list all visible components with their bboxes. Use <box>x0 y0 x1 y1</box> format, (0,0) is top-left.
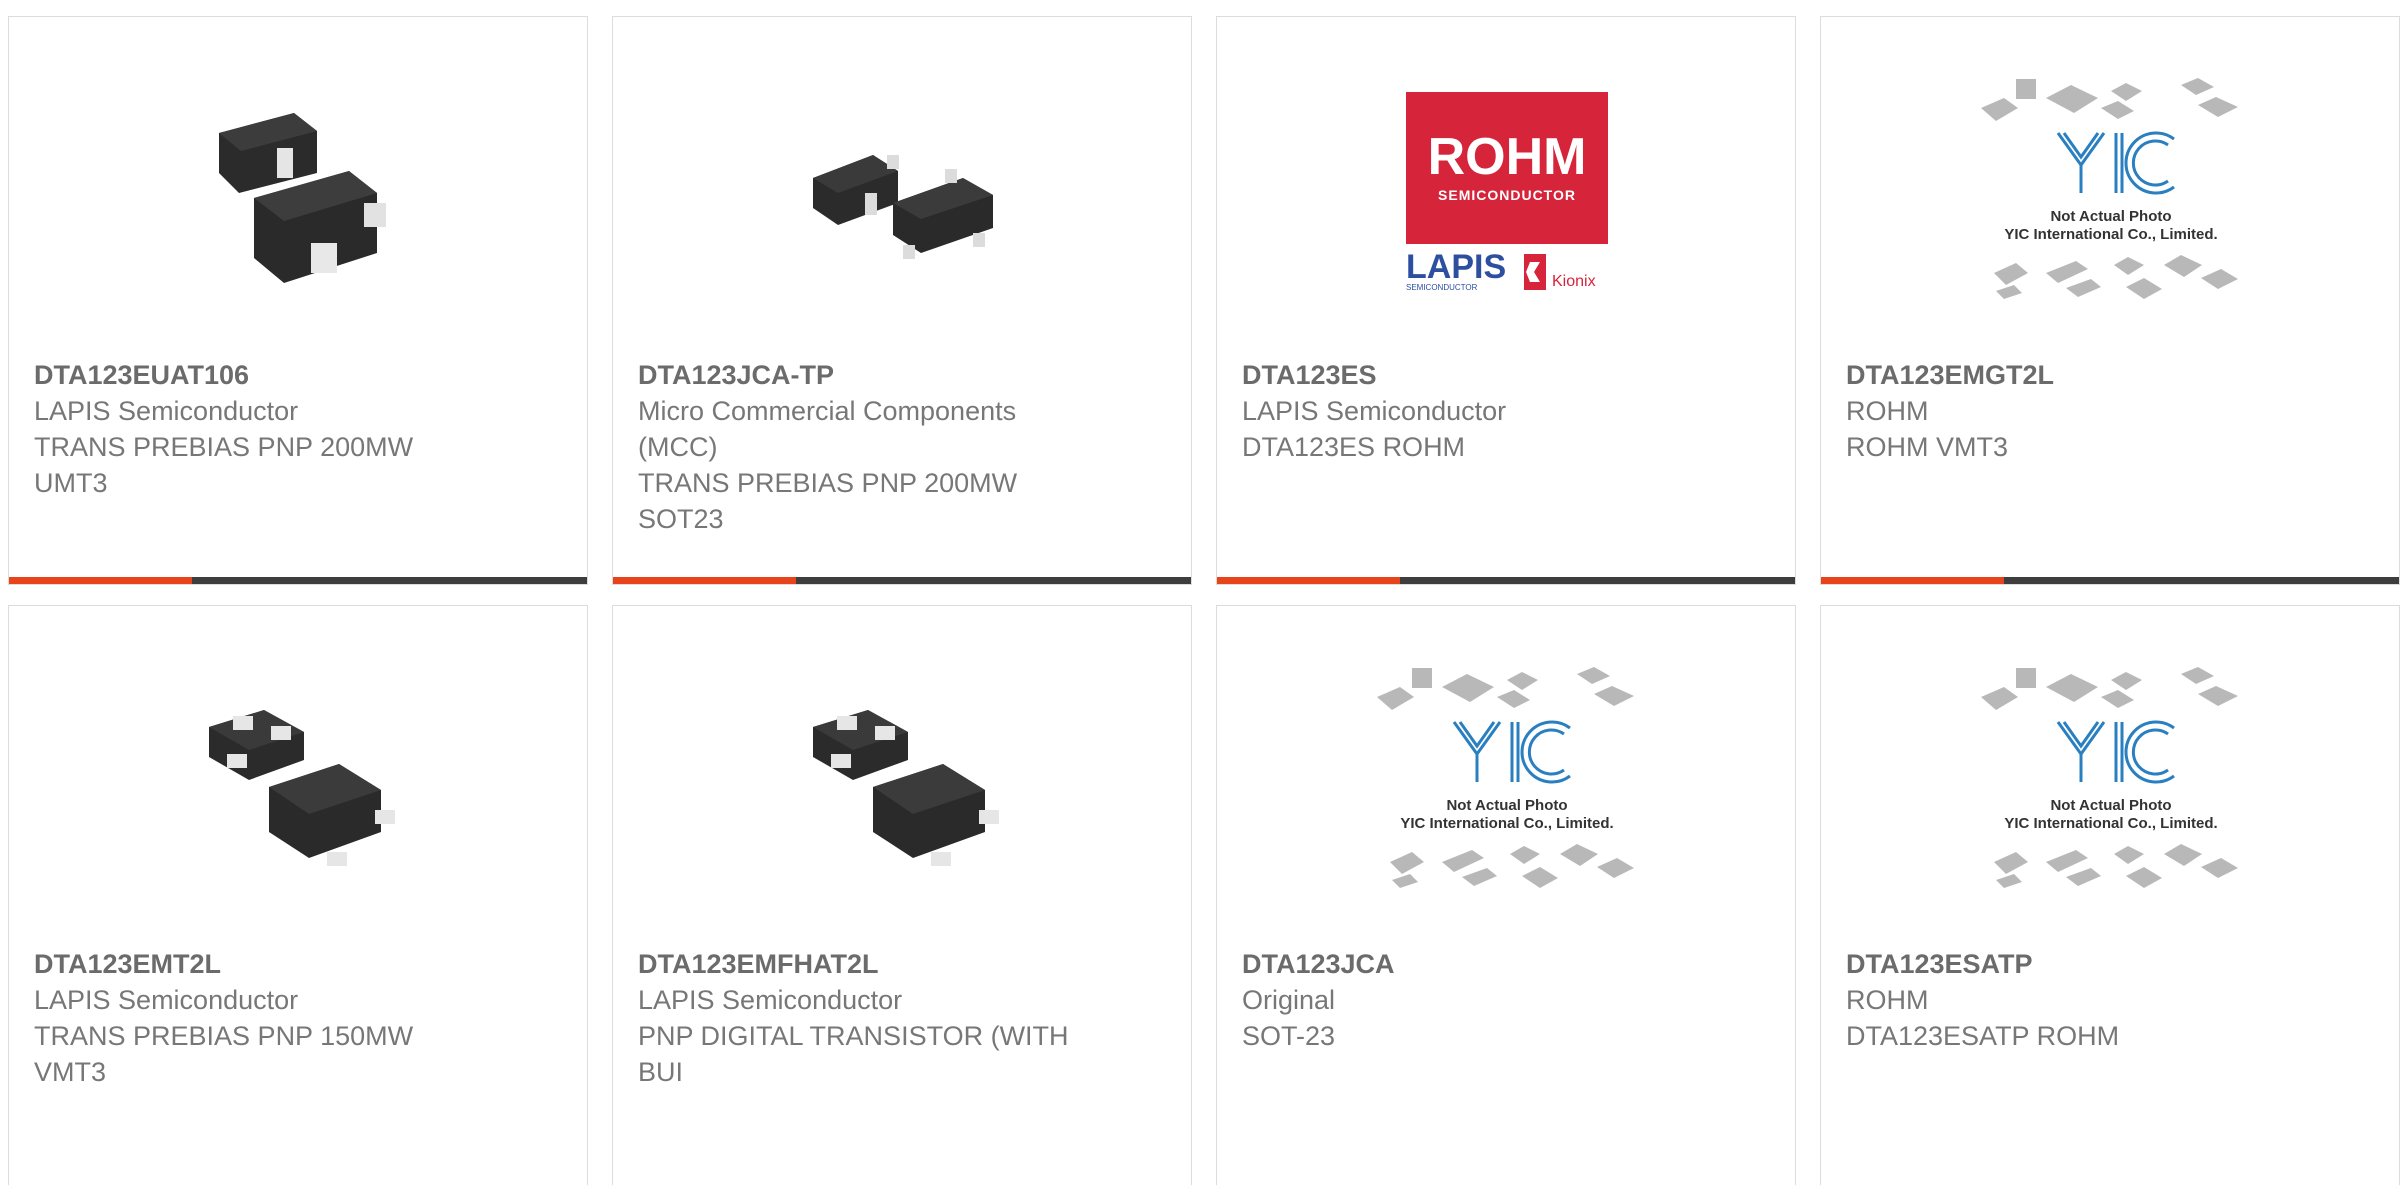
product-card[interactable]: DTA123EMFHAT2L LAPIS Semiconductor PNP D… <box>612 605 1192 1185</box>
svg-text:Not Actual Photo: Not Actual Photo <box>1446 797 1567 814</box>
description: TRANS PREBIAS PNP 200MW SOT23 <box>638 468 1018 534</box>
product-info: DTA123JCA-TP Micro Commercial Components… <box>638 357 1071 537</box>
card-underline <box>9 577 587 584</box>
part-number[interactable]: DTA123EMT2L <box>34 946 467 982</box>
svg-text:ROHM: ROHM <box>1428 128 1587 186</box>
svg-text:YIC International Co., Limited: YIC International Co., Limited. <box>1400 815 1613 832</box>
product-info: DTA123JCA Original SOT-23 <box>1242 946 1675 1054</box>
part-number[interactable]: DTA123EUAT106 <box>34 357 467 393</box>
svg-text:SEMICONDUCTOR: SEMICONDUCTOR <box>1406 283 1478 292</box>
product-card[interactable]: Not Actual Photo YIC International Co., … <box>1820 16 2400 585</box>
product-card[interactable]: DTA123EUAT106 LAPIS Semiconductor TRANS … <box>8 16 588 585</box>
svg-text:YIC International Co., Limited: YIC International Co., Limited. <box>2004 815 2217 832</box>
manufacturer: Micro Commercial Components (MCC) <box>638 396 1017 462</box>
rohm-logo: ROHM SEMICONDUCTOR LAPIS SEMICONDUCTOR K… <box>1406 92 1608 292</box>
product-image <box>793 672 1013 892</box>
product-info: DTA123EMGT2L ROHM ROHM VMT3 <box>1846 357 2279 465</box>
product-image <box>189 83 409 303</box>
manufacturer: ROHM <box>1846 985 1929 1015</box>
svg-text:Not Actual Photo: Not Actual Photo <box>2050 797 2171 814</box>
product-card[interactable]: DTA123JCA-TP Micro Commercial Components… <box>612 16 1192 585</box>
manufacturer: ROHM <box>1846 396 1929 426</box>
product-image <box>793 83 1013 303</box>
part-number[interactable]: DTA123JCA-TP <box>638 357 1071 393</box>
part-number[interactable]: DTA123EMGT2L <box>1846 357 2279 393</box>
svg-text:YIC International Co., Limited: YIC International Co., Limited. <box>2004 226 2217 243</box>
description: SOT-23 <box>1242 1021 1336 1051</box>
product-image: Not Actual Photo YIC International Co., … <box>1367 667 1647 892</box>
manufacturer: Original <box>1242 985 1336 1015</box>
description: TRANS PREBIAS PNP 200MW UMT3 <box>34 432 414 498</box>
description: DTA123ES ROHM <box>1242 432 1466 462</box>
svg-text:Kionix: Kionix <box>1552 273 1596 290</box>
manufacturer: LAPIS Semiconductor <box>34 985 299 1015</box>
description: TRANS PREBIAS PNP 150MW VMT3 <box>34 1021 414 1087</box>
description: DTA123ESATP ROHM <box>1846 1021 2120 1051</box>
product-grid: DTA123EUAT106 LAPIS Semiconductor TRANS … <box>0 0 2400 1185</box>
card-underline <box>1821 577 2399 584</box>
manufacturer: LAPIS Semiconductor <box>1242 396 1507 426</box>
product-info: DTA123EMFHAT2L LAPIS Semiconductor PNP D… <box>638 946 1071 1090</box>
part-number[interactable]: DTA123ESATP <box>1846 946 2279 982</box>
product-info: DTA123EMT2L LAPIS Semiconductor TRANS PR… <box>34 946 467 1090</box>
svg-text:Not Actual Photo: Not Actual Photo <box>2050 208 2171 225</box>
card-underline <box>1217 577 1795 584</box>
product-image: Not Actual Photo YIC International Co., … <box>1971 78 2251 303</box>
product-card[interactable]: Not Actual Photo YIC International Co., … <box>1820 605 2400 1185</box>
manufacturer: LAPIS Semiconductor <box>34 396 299 426</box>
description: PNP DIGITAL TRANSISTOR (WITH BUI <box>638 1021 1069 1087</box>
product-info: DTA123EUAT106 LAPIS Semiconductor TRANS … <box>34 357 467 501</box>
product-card[interactable]: DTA123EMT2L LAPIS Semiconductor TRANS PR… <box>8 605 588 1185</box>
part-number[interactable]: DTA123EMFHAT2L <box>638 946 1071 982</box>
product-info: DTA123ESATP ROHM DTA123ESATP ROHM <box>1846 946 2279 1054</box>
product-image: ROHM SEMICONDUCTOR LAPIS SEMICONDUCTOR K… <box>1397 83 1617 303</box>
product-info: DTA123ES LAPIS Semiconductor DTA123ES RO… <box>1242 357 1675 465</box>
card-underline <box>613 577 1191 584</box>
product-image <box>189 672 409 892</box>
description: ROHM VMT3 <box>1846 432 2008 462</box>
manufacturer: LAPIS Semiconductor <box>638 985 903 1015</box>
product-card[interactable]: Not Actual Photo YIC International Co., … <box>1216 605 1796 1185</box>
svg-text:LAPIS: LAPIS <box>1406 248 1506 286</box>
product-image: Not Actual Photo YIC International Co., … <box>1971 667 2251 892</box>
part-number[interactable]: DTA123JCA <box>1242 946 1675 982</box>
product-card[interactable]: ROHM SEMICONDUCTOR LAPIS SEMICONDUCTOR K… <box>1216 16 1796 585</box>
svg-text:SEMICONDUCTOR: SEMICONDUCTOR <box>1438 187 1576 203</box>
part-number[interactable]: DTA123ES <box>1242 357 1675 393</box>
